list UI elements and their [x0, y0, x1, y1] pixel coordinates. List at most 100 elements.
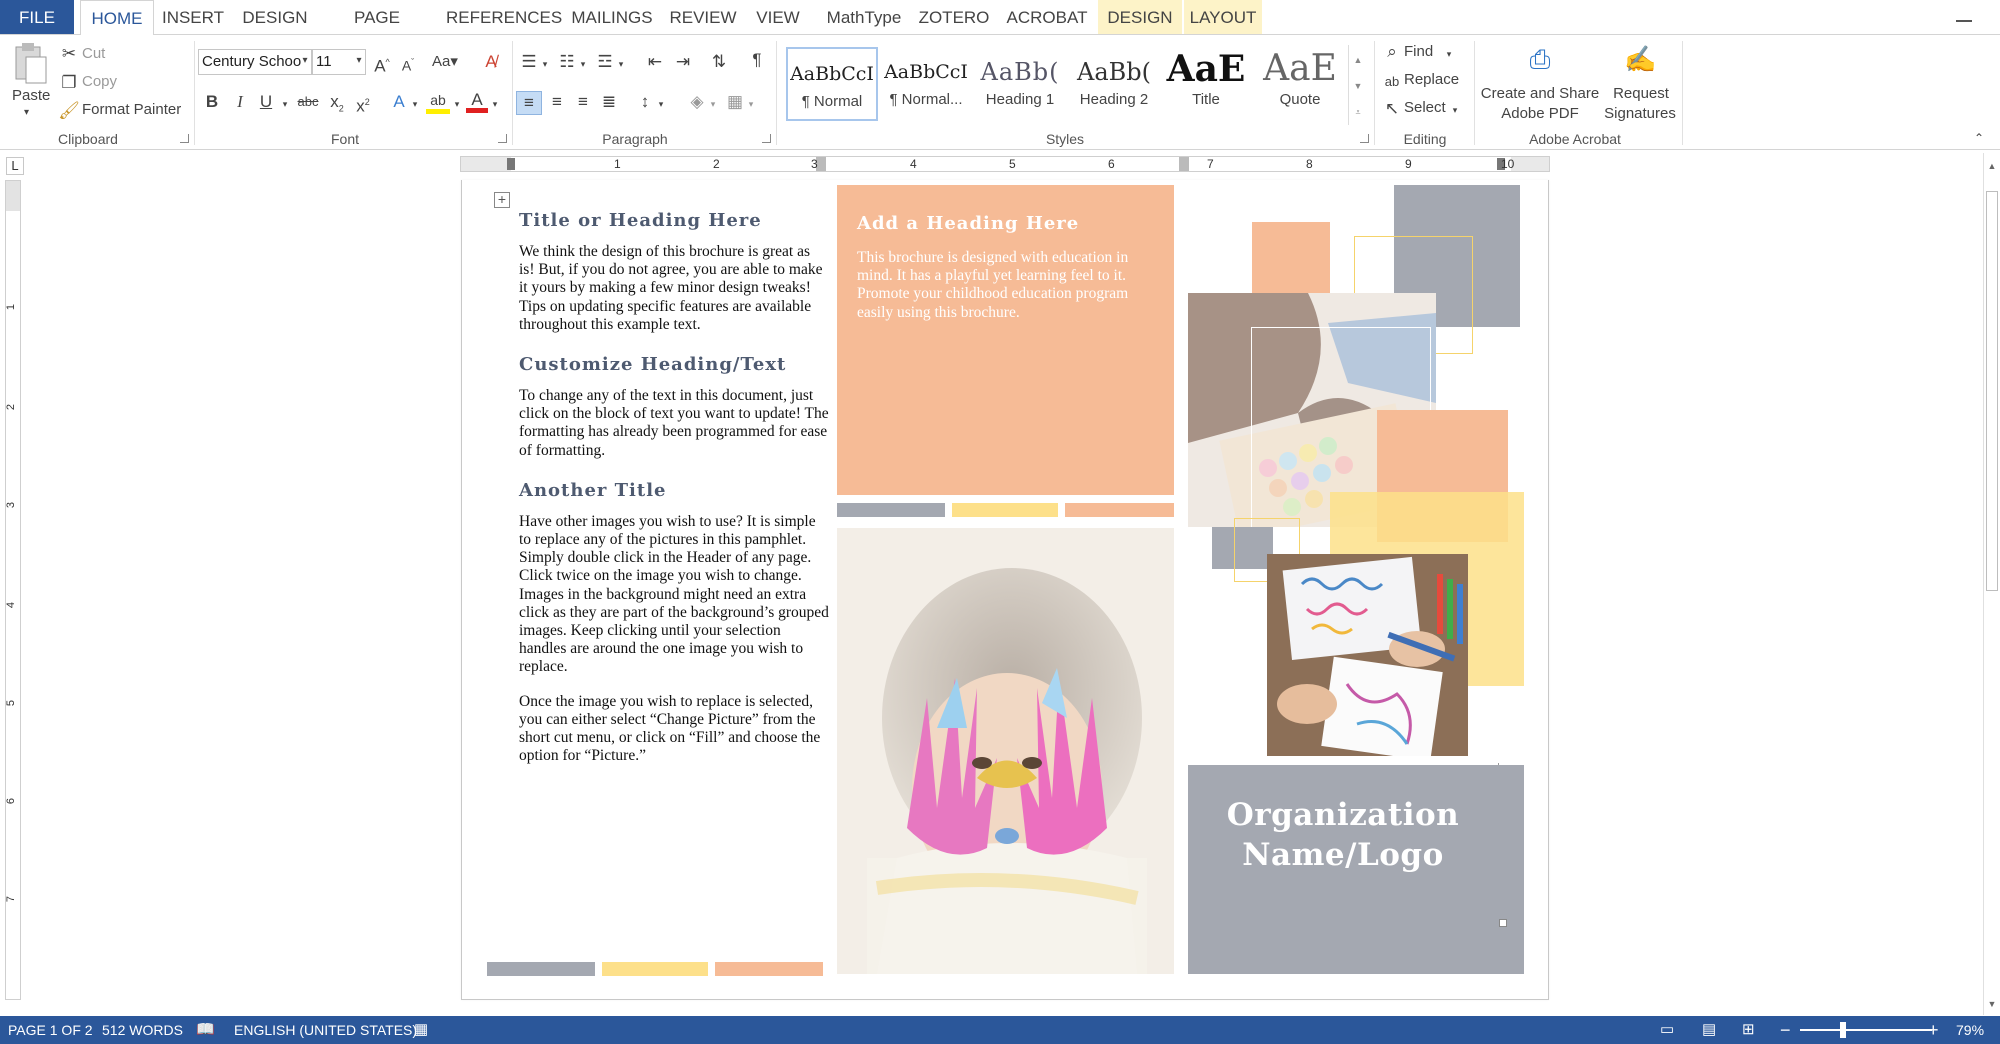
- styles-down-icon[interactable]: ▼: [1351, 75, 1365, 97]
- macro-icon[interactable]: ▦: [414, 1016, 428, 1044]
- style-heading-1[interactable]: AaBb( Heading 1: [974, 47, 1066, 121]
- adobe-pdf-label[interactable]: Adobe PDF: [1478, 105, 1602, 122]
- left-indent-marker[interactable]: [507, 158, 515, 170]
- select-dropdown-icon[interactable]: ▾: [1450, 99, 1460, 121]
- web-layout-icon[interactable]: ⊞: [1742, 1016, 1755, 1044]
- resize-handle-icon[interactable]: [1499, 919, 1507, 927]
- copy-button[interactable]: Copy: [82, 73, 117, 90]
- font-color-icon[interactable]: A: [466, 89, 488, 113]
- align-center-icon[interactable]: ≡: [546, 91, 568, 113]
- tab-references[interactable]: REFERENCES: [446, 0, 562, 34]
- tab-mathtype[interactable]: MathType: [818, 0, 910, 34]
- find-dropdown-icon[interactable]: ▾: [1444, 43, 1454, 65]
- text-effects-icon[interactable]: A: [388, 91, 410, 113]
- organization-logo-panel[interactable]: Organization Name/Logo: [1188, 765, 1524, 974]
- horizontal-ruler[interactable]: 1 2 3 4 5 6 7 8 9 10: [460, 156, 1550, 172]
- tab-design[interactable]: DESIGN: [238, 0, 312, 34]
- request-label[interactable]: Request: [1604, 85, 1678, 102]
- scroll-down-icon[interactable]: ▼: [1984, 993, 2000, 1015]
- increase-indent-icon[interactable]: ⇥: [672, 51, 694, 73]
- show-formatting-icon[interactable]: ¶: [746, 49, 768, 71]
- zoom-level[interactable]: 79%: [1956, 1016, 1984, 1044]
- replace-button[interactable]: Replace: [1404, 71, 1459, 88]
- cut-button[interactable]: Cut: [82, 45, 105, 62]
- tab-insert[interactable]: INSERT: [160, 0, 226, 34]
- underline-icon[interactable]: U: [256, 91, 276, 113]
- cut-icon[interactable]: ✂: [58, 43, 80, 65]
- bullets-icon[interactable]: ☰: [518, 51, 540, 73]
- signatures-label[interactable]: Signatures: [1600, 105, 1680, 122]
- shading-dropdown-icon[interactable]: ▾: [708, 93, 718, 115]
- style-heading-2[interactable]: AaBb( Heading 2: [1068, 47, 1160, 121]
- table-move-handle-icon[interactable]: +: [494, 192, 510, 208]
- grow-font-icon[interactable]: A^: [372, 51, 392, 78]
- scroll-up-icon[interactable]: ▲: [1984, 155, 2000, 177]
- zoom-out-icon[interactable]: −: [1780, 1016, 1791, 1044]
- zoom-in-icon[interactable]: +: [1928, 1016, 1939, 1044]
- format-painter-icon[interactable]: 🖌: [58, 100, 80, 122]
- column-1[interactable]: Title or Heading Here We think the desig…: [519, 210, 829, 765]
- select-icon[interactable]: ↖: [1382, 98, 1402, 120]
- sort-icon[interactable]: ⇅: [708, 51, 730, 73]
- subscript-icon[interactable]: x2: [326, 91, 348, 119]
- create-share-label[interactable]: Create and Share: [1478, 85, 1602, 102]
- copy-icon[interactable]: ❐: [58, 72, 80, 94]
- align-left-icon[interactable]: ≡: [516, 91, 542, 115]
- font-launcher-icon[interactable]: [498, 134, 507, 143]
- multilevel-list-icon[interactable]: ☲: [594, 51, 616, 73]
- tab-page-layout[interactable]: PAGE LAYOUT: [322, 0, 432, 63]
- create-pdf-icon[interactable]: ⎙: [1524, 43, 1556, 75]
- vertical-ruler[interactable]: 1 2 3 4 5 6 7: [5, 180, 21, 1000]
- decrease-indent-icon[interactable]: ⇤: [644, 51, 666, 73]
- paste-icon[interactable]: [12, 41, 48, 85]
- tab-home[interactable]: HOME: [80, 0, 154, 35]
- replace-icon[interactable]: ab: [1382, 71, 1402, 93]
- italic-icon[interactable]: I: [230, 91, 250, 113]
- request-signatures-icon[interactable]: ✍: [1624, 43, 1656, 75]
- styles-launcher-icon[interactable]: [1360, 134, 1369, 143]
- find-button[interactable]: Find: [1404, 43, 1433, 60]
- font-name-box[interactable]: Century Schoo: [198, 49, 312, 75]
- paste-button[interactable]: Paste: [12, 87, 50, 104]
- change-case-icon[interactable]: Aa▾: [430, 51, 460, 73]
- tab-view[interactable]: VIEW: [750, 0, 806, 34]
- tab-selector-icon[interactable]: L: [6, 157, 24, 175]
- align-right-icon[interactable]: ≡: [572, 91, 594, 113]
- column-marker[interactable]: [1179, 157, 1189, 171]
- tab-table-design[interactable]: DESIGN: [1098, 0, 1182, 34]
- line-spacing-dropdown-icon[interactable]: ▾: [656, 93, 666, 115]
- zoom-slider-track[interactable]: [1800, 1029, 1932, 1031]
- paragraph-launcher-icon[interactable]: [762, 134, 771, 143]
- style-title[interactable]: AaE Title: [1160, 47, 1252, 121]
- paste-dropdown-icon[interactable]: ▾: [24, 107, 29, 118]
- word-count[interactable]: 512 WORDS: [102, 1016, 183, 1044]
- print-layout-icon[interactable]: ▤: [1702, 1016, 1716, 1044]
- multilevel-dropdown-icon[interactable]: ▾: [616, 53, 626, 75]
- highlight-dropdown-icon[interactable]: ▾: [452, 93, 462, 115]
- styles-up-icon[interactable]: ▲: [1351, 49, 1365, 71]
- format-painter-button[interactable]: Format Painter: [82, 101, 181, 118]
- page-count[interactable]: PAGE 1 OF 2: [8, 1016, 93, 1044]
- borders-icon[interactable]: ▦: [724, 91, 746, 113]
- zoom-slider-thumb[interactable]: [1840, 1022, 1846, 1038]
- numbering-icon[interactable]: ☷: [556, 51, 578, 73]
- tab-file[interactable]: FILE: [0, 0, 74, 34]
- clear-formatting-icon[interactable]: A̸: [480, 51, 502, 73]
- underline-dropdown-icon[interactable]: ▾: [280, 93, 290, 115]
- justify-icon[interactable]: ≣: [598, 91, 620, 113]
- font-name-dropdown-icon[interactable]: ▾: [298, 50, 312, 72]
- tab-zotero[interactable]: ZOTERO: [916, 0, 992, 34]
- ribbon-minimize-icon[interactable]: [1956, 20, 1972, 22]
- font-color-dropdown-icon[interactable]: ▾: [490, 93, 500, 115]
- tab-review[interactable]: REVIEW: [666, 0, 740, 34]
- line-spacing-icon[interactable]: ↕: [634, 91, 656, 113]
- strikethrough-icon[interactable]: abc: [294, 91, 322, 113]
- read-mode-icon[interactable]: ▭: [1660, 1016, 1674, 1044]
- style-normal[interactable]: AaBbCcI ¶ Normal: [786, 47, 878, 121]
- bold-icon[interactable]: B: [202, 91, 222, 113]
- style-normal-alt[interactable]: AaBbCcI ¶ Normal...: [880, 47, 972, 121]
- find-icon[interactable]: ⌕: [1382, 41, 1402, 63]
- styles-more-icon[interactable]: ⩡: [1351, 101, 1365, 123]
- shading-icon[interactable]: ◈: [686, 91, 708, 113]
- text-effects-dropdown-icon[interactable]: ▾: [410, 93, 420, 115]
